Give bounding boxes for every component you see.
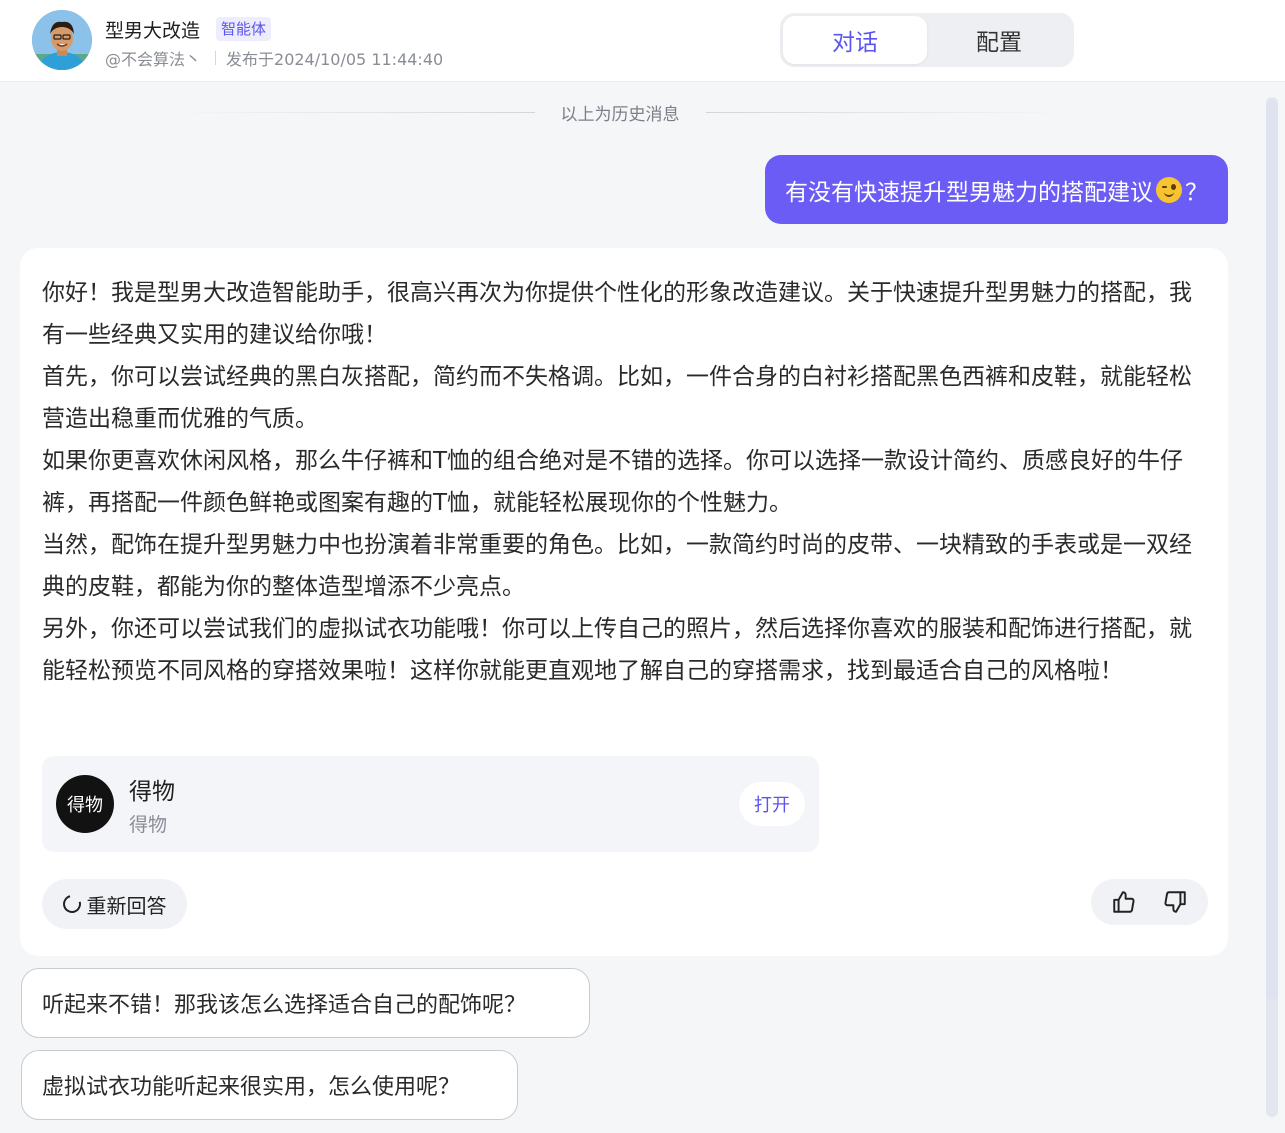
- bot-message-text: 你好！我是型男大改造智能助手，很高兴再次为你提供个性化的形象改造建议。关于快速提…: [42, 272, 1210, 692]
- bot-paragraph: 如果你更喜欢休闲风格，那么牛仔裤和T恤的组合绝对是不错的选择。你可以选择一款设计…: [42, 448, 1184, 516]
- history-divider-label: 以上为历史消息: [560, 104, 680, 125]
- app-name: 得物: [129, 779, 175, 805]
- app-description: 得物: [129, 814, 168, 836]
- agent-badge: 智能体: [216, 17, 272, 41]
- meta-divider: [215, 51, 217, 65]
- bot-paragraph: 当然，配饰在提升型男魅力中也扮演着非常重要的角色。比如，一款简约时尚的皮带、一块…: [42, 532, 1192, 600]
- bot-meta: @不会算法丶 发布于2024/10/05 11:44:40: [105, 46, 443, 70]
- scrollbar-thumb[interactable]: [1266, 100, 1278, 1000]
- app-card-dewu[interactable]: 得物 得物 得物 打开: [42, 756, 819, 852]
- winking-face-icon: [1156, 176, 1182, 203]
- bot-name: 型男大改造: [105, 20, 201, 42]
- regenerate-label: 重新回答: [86, 893, 167, 918]
- app-logo: 得物: [56, 775, 114, 833]
- tab-chat[interactable]: 对话: [783, 16, 927, 64]
- user-message-text: 有没有快速提升型男魅力的搭配建议: [785, 179, 1153, 206]
- bot-avatar[interactable]: [32, 10, 92, 70]
- suggestion-chip[interactable]: 听起来不错！那我该怎么选择适合自己的配饰呢？: [21, 968, 590, 1038]
- mode-tabs: 对话 配置: [780, 13, 1074, 67]
- divider-line-right: [705, 111, 1070, 113]
- refresh-icon: [59, 891, 84, 917]
- bot-paragraph: 首先，你可以尝试经典的黑白灰搭配，简约而不失格调。比如，一件合身的白衬衫搭配黑色…: [42, 364, 1192, 432]
- divider-line-left: [170, 111, 535, 113]
- thumbs-down-icon[interactable]: [1160, 887, 1190, 917]
- open-app-button[interactable]: 打开: [739, 782, 805, 826]
- feedback-group: [1091, 879, 1208, 925]
- history-divider: 以上为历史消息: [170, 100, 1070, 125]
- bot-paragraph: 另外，你还可以尝试我们的虚拟试衣功能哦！你可以上传自己的照片，然后选择你喜欢的服…: [42, 616, 1192, 684]
- chat-header: 型男大改造 智能体 @不会算法丶 发布于2024/10/05 11:44:40 …: [0, 0, 1285, 82]
- suggestion-chip[interactable]: 虚拟试衣功能听起来很实用，怎么使用呢？: [21, 1050, 518, 1120]
- publish-time: 发布于2024/10/05 11:44:40: [226, 50, 444, 69]
- user-message-suffix: ？: [1185, 179, 1208, 206]
- bot-paragraph: 你好！我是型男大改造智能助手，很高兴再次为你提供个性化的形象改造建议。关于快速提…: [42, 280, 1192, 348]
- bot-message-card: 你好！我是型男大改造智能助手，很高兴再次为你提供个性化的形象改造建议。关于快速提…: [20, 248, 1228, 956]
- thumbs-up-icon[interactable]: [1109, 887, 1139, 917]
- author-handle[interactable]: @不会算法丶: [105, 46, 201, 70]
- regenerate-button[interactable]: 重新回答: [42, 879, 187, 929]
- tab-config[interactable]: 配置: [927, 16, 1071, 64]
- user-message-bubble: 有没有快速提升型男魅力的搭配建议 ？: [765, 155, 1228, 224]
